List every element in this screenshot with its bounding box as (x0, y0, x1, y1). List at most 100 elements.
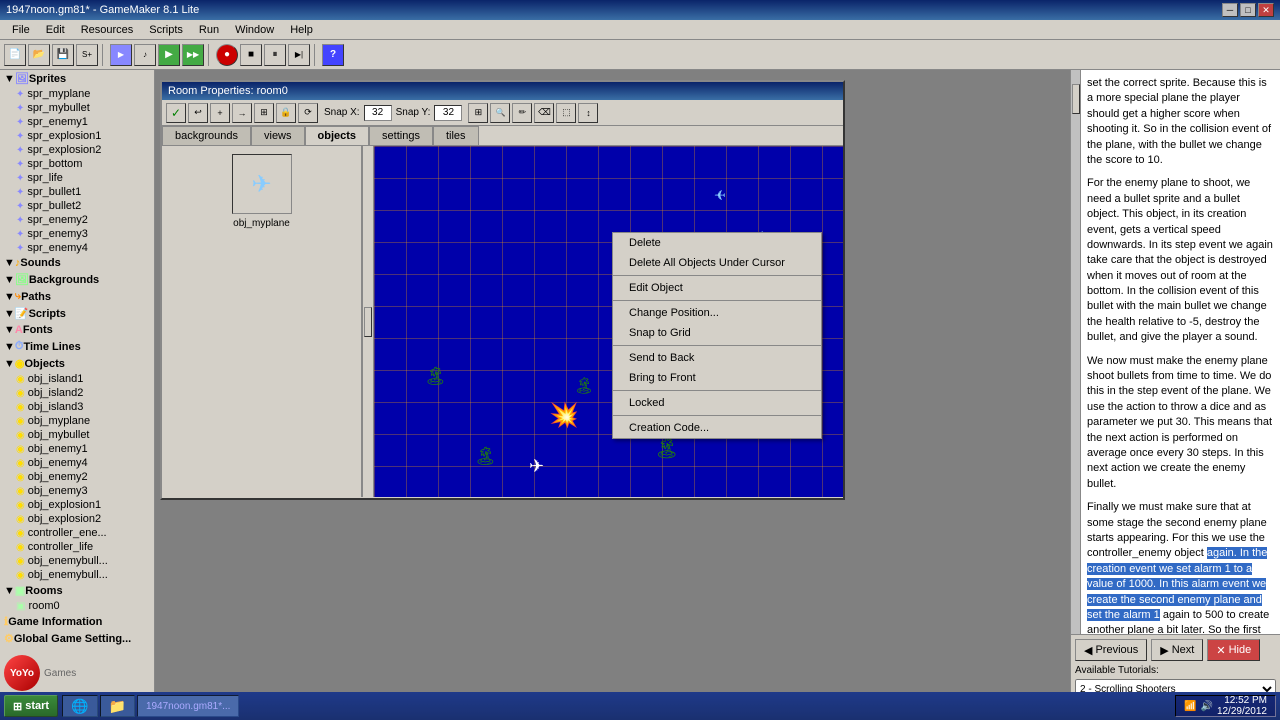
ctx-snap-to-grid[interactable]: Snap to Grid (613, 323, 821, 343)
tree-obj-enemy3[interactable]: ◉obj_enemy3 (0, 484, 154, 498)
tree-sounds-category[interactable]: ▼ ♪ Sounds (0, 255, 154, 271)
taskbar-gamemaker[interactable]: 1947noon.gm81*... (137, 695, 240, 717)
tree-spr-enemy1[interactable]: ✦spr_enemy1 (0, 115, 154, 129)
step-button[interactable]: ▶| (288, 44, 310, 66)
tab-tiles[interactable]: tiles (433, 126, 479, 145)
tab-settings[interactable]: settings (369, 126, 433, 145)
save-button[interactable]: 💾 (52, 44, 74, 66)
room-refresh-button[interactable]: ⟳ (298, 103, 318, 123)
open-button[interactable]: 📂 (28, 44, 50, 66)
tree-obj-enemy4[interactable]: ◉obj_enemy4 (0, 456, 154, 470)
add-sprite-button[interactable]: ▶ (110, 44, 132, 66)
maximize-button[interactable]: □ (1240, 3, 1256, 17)
tree-obj-island2[interactable]: ◉obj_island2 (0, 386, 154, 400)
room-pencil-button[interactable]: ✏ (512, 103, 532, 123)
room-select-button[interactable]: ⬚ (556, 103, 576, 123)
tab-objects[interactable]: objects (305, 126, 370, 145)
tab-views[interactable]: views (251, 126, 305, 145)
ctx-locked[interactable]: Locked (613, 393, 821, 413)
tree-obj-enemy1[interactable]: ◉obj_enemy1 (0, 442, 154, 456)
tree-paths-category[interactable]: ▼ ⤷ Paths (0, 288, 154, 305)
hide-button[interactable]: ✕ Hide (1207, 639, 1260, 661)
tree-obj-island1[interactable]: ◉obj_island1 (0, 372, 154, 386)
room-add-button[interactable]: + (210, 103, 230, 123)
tree-obj-enemybull1[interactable]: ◉obj_enemybull... (0, 554, 154, 568)
stop-button[interactable]: ■ (240, 44, 262, 66)
run-button[interactable]: ▶ (158, 44, 180, 66)
menu-resources[interactable]: Resources (73, 22, 142, 38)
tree-spr-myplane[interactable]: ✦spr_myplane (0, 87, 154, 101)
tree-spr-mybullet[interactable]: ✦spr_mybullet (0, 101, 154, 115)
ctx-delete-all[interactable]: Delete All Objects Under Cursor (613, 253, 821, 273)
new-button[interactable]: 📄 (4, 44, 26, 66)
pause-button[interactable]: ⏸ (264, 44, 286, 66)
prev-button[interactable]: ◀ Previous (1075, 639, 1147, 661)
close-button[interactable]: ✕ (1258, 3, 1274, 17)
save-as-button[interactable]: S+ (76, 44, 98, 66)
tree-obj-explosion1[interactable]: ◉obj_explosion1 (0, 498, 154, 512)
room-lock-button[interactable]: 🔒 (276, 103, 296, 123)
menu-run[interactable]: Run (191, 22, 227, 38)
tab-backgrounds[interactable]: backgrounds (162, 126, 251, 145)
ctx-creation-code[interactable]: Creation Code... (613, 418, 821, 438)
tree-controller-ene[interactable]: ◉controller_ene... (0, 526, 154, 540)
tree-spr-enemy4[interactable]: ✦spr_enemy4 (0, 241, 154, 255)
minimize-button[interactable]: ─ (1222, 3, 1238, 17)
tree-spr-enemy3[interactable]: ✦spr_enemy3 (0, 227, 154, 241)
menu-window[interactable]: Window (227, 22, 282, 38)
next-button[interactable]: ▶ Next (1151, 639, 1203, 661)
menu-scripts[interactable]: Scripts (141, 22, 191, 38)
tree-spr-bottom[interactable]: ✦spr_bottom (0, 157, 154, 171)
room-move-button[interactable]: ↕ (578, 103, 598, 123)
tree-room0[interactable]: ▣room0 (0, 599, 154, 613)
tree-spr-bullet1[interactable]: ✦spr_bullet1 (0, 185, 154, 199)
menu-help[interactable]: Help (282, 22, 321, 38)
help-button[interactable]: ? (322, 44, 344, 66)
taskbar-browser[interactable]: 🌐 (62, 695, 97, 717)
tree-spr-enemy2[interactable]: ✦spr_enemy2 (0, 213, 154, 227)
tree-scripts-category[interactable]: ▼ 📝 Scripts (0, 305, 154, 322)
ctx-edit-object[interactable]: Edit Object (613, 278, 821, 298)
room-zoom-button[interactable]: 🔍 (490, 103, 510, 123)
tree-spr-life[interactable]: ✦spr_life (0, 171, 154, 185)
tutorial-scroll-thumb[interactable] (1072, 84, 1080, 114)
debug-button[interactable]: ▶▶ (182, 44, 204, 66)
room-eraser-button[interactable]: ⌫ (534, 103, 554, 123)
tree-controller-life[interactable]: ◉controller_life (0, 540, 154, 554)
snap-x-input[interactable] (364, 105, 392, 121)
tree-objects-category[interactable]: ▼ ◉ Objects (0, 355, 154, 372)
tutorial-vscroll[interactable] (1071, 70, 1081, 634)
tree-sprites-category[interactable]: ▼ 🖼 Sprites (0, 70, 154, 87)
menu-file[interactable]: File (4, 22, 38, 38)
room-undo-button[interactable]: ↩ (188, 103, 208, 123)
ctx-change-position[interactable]: Change Position... (613, 303, 821, 323)
ctx-delete[interactable]: Delete (613, 233, 821, 253)
tree-rooms-category[interactable]: ▼ ▣ Rooms (0, 582, 154, 599)
tree-global-settings[interactable]: ⚙ Global Game Setting... (0, 630, 154, 647)
ctx-bring-to-front[interactable]: Bring to Front (613, 368, 821, 388)
taskbar-explorer[interactable]: 📁 (100, 695, 135, 717)
snap-y-input[interactable] (434, 105, 462, 121)
tree-obj-enemy2[interactable]: ◉obj_enemy2 (0, 470, 154, 484)
tree-fonts-category[interactable]: ▼ A Fonts (0, 322, 154, 338)
room-grid-toggle[interactable]: ⊞ (468, 103, 488, 123)
tree-spr-explosion1[interactable]: ✦spr_explosion1 (0, 129, 154, 143)
tree-obj-myplane[interactable]: ◉obj_myplane (0, 414, 154, 428)
tree-spr-bullet2[interactable]: ✦spr_bullet2 (0, 199, 154, 213)
menu-edit[interactable]: Edit (38, 22, 73, 38)
tree-game-info[interactable]: ℹ Game Information (0, 613, 154, 630)
tree-timelines-category[interactable]: ▼ ⏱ Time Lines (0, 338, 154, 355)
record-button[interactable]: ● (216, 44, 238, 66)
tree-obj-enemybull2[interactable]: ◉obj_enemybull... (0, 568, 154, 582)
ctx-send-to-back[interactable]: Send to Back (613, 348, 821, 368)
room-grid-button[interactable]: ⊞ (254, 103, 274, 123)
room-ok-button[interactable]: ✓ (166, 103, 186, 123)
tree-obj-mybullet[interactable]: ◉obj_mybullet (0, 428, 154, 442)
room-nav-button[interactable]: → (232, 103, 252, 123)
add-sound-button[interactable]: ♪ (134, 44, 156, 66)
start-button[interactable]: ⊞ start (4, 695, 58, 717)
room-scroll-thumb[interactable] (364, 307, 372, 337)
tree-backgrounds-category[interactable]: ▼ 🖼 Backgrounds (0, 271, 154, 288)
tree-obj-island3[interactable]: ◉obj_island3 (0, 400, 154, 414)
tree-obj-explosion2[interactable]: ◉obj_explosion2 (0, 512, 154, 526)
